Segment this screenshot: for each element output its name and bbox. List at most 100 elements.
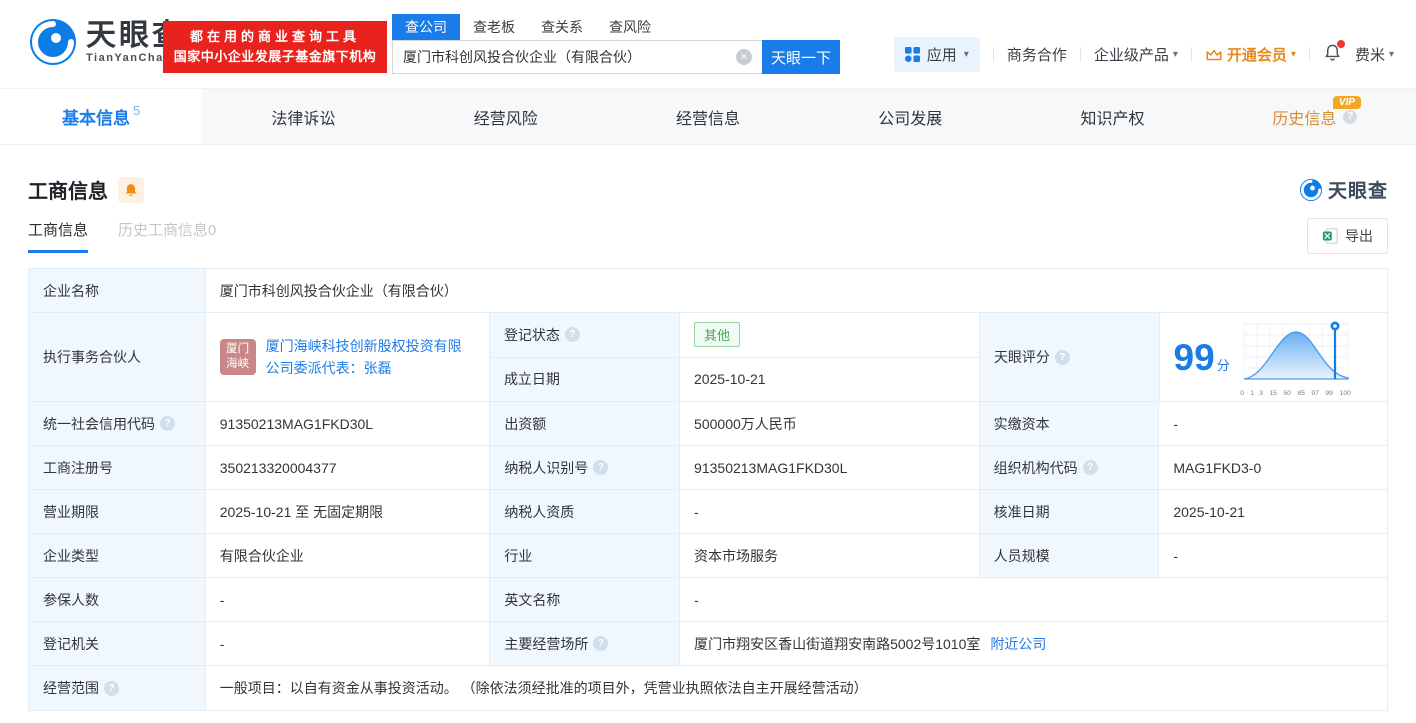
score-distribution-chart: 0131550859799100: [1240, 318, 1358, 397]
header-nav: 应用 ▾ 商务合作 企业级产品 ▾ 开通会员 ▾ 费: [894, 37, 1394, 72]
row-label: 天眼评分 ?: [980, 313, 1160, 401]
row-label: 实缴资本: [980, 402, 1160, 445]
search-tab-boss[interactable]: 查老板: [460, 14, 528, 40]
help-icon[interactable]: ?: [593, 636, 608, 651]
row-label: 成立日期: [490, 358, 680, 402]
table-row: 登记机关 - 主要经营场所 ? 厦门市翔安区香山街道翔安南路5002号1010室…: [29, 622, 1387, 666]
search-tab-risk[interactable]: 查风险: [596, 14, 664, 40]
chart-x-ticks: 0131550859799100: [1240, 388, 1352, 397]
help-icon[interactable]: ?: [593, 460, 608, 475]
tab-count: 5: [133, 103, 140, 118]
subtab-history-business-info[interactable]: 历史工商信息0: [118, 219, 216, 253]
search-tab-company[interactable]: 查公司: [392, 14, 460, 40]
nearby-companies-link[interactable]: 附近公司: [990, 634, 1046, 654]
search-input[interactable]: [392, 40, 762, 74]
tab-label: 经营信息: [676, 105, 740, 129]
tab-label: 知识产权: [1081, 105, 1145, 129]
biz-coop-label: 商务合作: [1007, 44, 1067, 65]
tab-intellectual-property[interactable]: 知识产权: [1011, 89, 1213, 144]
watermark-text: 天眼查: [1328, 176, 1388, 203]
approval-date-value: 2025-10-21: [1159, 490, 1387, 533]
help-icon[interactable]: ?: [1083, 460, 1098, 475]
enterprise-label: 企业级产品: [1094, 44, 1169, 65]
search-tab-relation[interactable]: 查关系: [528, 14, 596, 40]
row-label: 行业: [490, 534, 680, 577]
nav-vip[interactable]: 开通会员 ▾: [1205, 44, 1296, 65]
established-date-value: 2025-10-21: [680, 358, 980, 402]
chevron-down-icon: ▾: [1389, 49, 1394, 60]
table-row: 工商注册号 350213320004377 纳税人识别号 ? 91350213M…: [29, 446, 1387, 490]
section-header: 工商信息 天眼查: [0, 145, 1416, 204]
tab-label: 经营风险: [474, 105, 538, 129]
help-icon[interactable]: ?: [565, 327, 580, 342]
tab-label: 基本信息: [62, 104, 130, 129]
divider: [1080, 47, 1081, 62]
help-icon[interactable]: ?: [104, 681, 119, 696]
credit-code-value: 91350213MAG1FKD30L: [206, 402, 491, 445]
tab-operation-info[interactable]: 经营信息: [607, 89, 809, 144]
row-label: 出资额: [490, 402, 680, 445]
row-label: 组织机构代码 ?: [980, 446, 1160, 489]
bell-icon: [124, 183, 138, 197]
apps-menu[interactable]: 应用 ▾: [894, 37, 980, 72]
partner-link[interactable]: 厦门海峡科技创新股权投资有限公司委派代表：张磊: [266, 335, 475, 379]
tab-company-development[interactable]: 公司发展: [809, 89, 1011, 144]
score-value: 99: [1174, 337, 1215, 378]
table-row: 参保人数 - 英文名称 -: [29, 578, 1387, 622]
score-unit: 分: [1217, 358, 1230, 373]
capital-value: 500000万人民币: [680, 402, 980, 445]
main-tab-bar: 基本信息 5 法律诉讼 经营风险 经营信息 公司发展 知识产权 VIP 历史信息…: [0, 88, 1416, 145]
tab-legal[interactable]: 法律诉讼: [202, 89, 404, 144]
nav-biz-coop[interactable]: 商务合作: [1007, 44, 1067, 65]
business-scope-value: 一般项目：以自有资金从事投资活动。 （除依法须经批准的项目外，凭营业执照依法自主…: [206, 666, 1387, 710]
tab-basic-info[interactable]: 基本信息 5: [0, 89, 202, 144]
user-menu[interactable]: 费米 ▾: [1355, 44, 1394, 65]
row-label: 企业名称: [29, 269, 206, 312]
row-label: 企业类型: [29, 534, 206, 577]
logo-swirl-icon: [28, 17, 78, 67]
help-icon[interactable]: ?: [1055, 350, 1070, 365]
english-name-value: -: [680, 578, 1387, 621]
paid-capital-value: -: [1159, 402, 1387, 445]
section-title: 工商信息: [28, 175, 108, 204]
chevron-down-icon: ▾: [1173, 49, 1178, 60]
subtab-business-info[interactable]: 工商信息: [28, 219, 88, 253]
logo-swirl-icon: [1299, 178, 1323, 202]
row-label: 营业期限: [29, 490, 206, 533]
staff-size-value: -: [1159, 534, 1387, 577]
search-area: 查公司 查老板 查关系 查风险 × 天眼一下: [392, 14, 840, 74]
help-icon[interactable]: ?: [1343, 110, 1357, 124]
company-type-value: 有限合伙企业: [206, 534, 491, 577]
nav-enterprise[interactable]: 企业级产品 ▾: [1094, 44, 1178, 65]
tab-label: 法律诉讼: [271, 105, 335, 129]
divider: [1309, 47, 1310, 62]
slogan-banner: 都在用的商业查询工具 国家中小企业发展子基金旗下机构: [163, 21, 387, 73]
vip-label: 开通会员: [1227, 44, 1287, 65]
table-row: 经营范围 ? 一般项目：以自有资金从事投资活动。 （除依法须经批准的项目外，凭营…: [29, 666, 1387, 710]
export-label: 导出: [1345, 226, 1373, 246]
score-cell[interactable]: 99分: [1160, 313, 1387, 401]
notifications-button[interactable]: [1323, 43, 1342, 66]
chevron-down-icon: ▾: [964, 49, 969, 60]
tab-operation-risk[interactable]: 经营风险: [405, 89, 607, 144]
row-label: 主要经营场所 ?: [490, 622, 680, 665]
tab-history-info[interactable]: VIP 历史信息 ?: [1214, 89, 1416, 144]
export-button[interactable]: 导出: [1307, 218, 1388, 254]
slogan-line1: 都在用的商业查询工具: [163, 27, 387, 47]
clear-search-icon[interactable]: ×: [736, 49, 752, 65]
row-label: 统一社会信用代码 ?: [29, 402, 206, 445]
divider: [1191, 47, 1192, 62]
subscribe-bell-button[interactable]: [118, 177, 144, 203]
search-button[interactable]: 天眼一下: [762, 40, 840, 74]
address-value: 厦门市翔安区香山街道翔安南路5002号1010室: [694, 634, 980, 654]
row-label: 经营范围 ?: [29, 666, 206, 710]
partner-avatar[interactable]: 厦门海峡: [220, 339, 256, 375]
notification-dot: [1337, 40, 1345, 48]
label-text: 经营范围: [43, 678, 99, 698]
help-icon[interactable]: ?: [160, 416, 175, 431]
excel-file-icon: [1322, 228, 1338, 244]
company-name-value: 厦门市科创风投合伙企业（有限合伙）: [206, 269, 1387, 312]
insured-count-value: -: [206, 578, 491, 621]
partner-cell: 厦门海峡 厦门海峡科技创新股权投资有限公司委派代表：张磊: [206, 313, 490, 401]
taxpayer-id-value: 91350213MAG1FKD30L: [680, 446, 980, 489]
